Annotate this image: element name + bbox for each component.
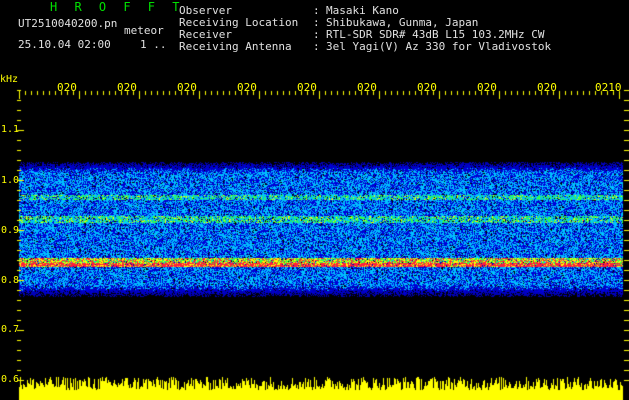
x-tick-label: 020 (297, 81, 317, 94)
y-tick-label: 1.0 (1, 175, 20, 186)
y-tick-label: 0.7 (1, 324, 20, 335)
y-tick-label: 0.6 (1, 374, 20, 385)
x-tick-label: 020 (537, 81, 557, 94)
y-tick-label: 1.1 (1, 124, 20, 135)
meta-label-antenna: Receiving Antenna (179, 40, 292, 53)
x-tick-label: 020 (477, 81, 497, 94)
x-tick-label: 020 (357, 81, 377, 94)
x-tick-label: 020 (117, 81, 137, 94)
x-tick-label: 020 (177, 81, 197, 94)
timestamp-extra: 1 .. (140, 38, 167, 51)
x-tick-label: 020 (417, 81, 437, 94)
x-tick-label: 020 (237, 81, 257, 94)
spectrogram-canvas (0, 0, 629, 400)
file-type-label: meteor (124, 24, 164, 37)
y-tick-label: 0.8 (1, 275, 20, 286)
meta-colon: : (313, 40, 320, 53)
timestamp: 25.10.04 02:00 (18, 38, 111, 51)
x-tick-label: 020 (57, 81, 77, 94)
y-axis-unit: kHz (0, 74, 19, 85)
meta-value-antenna: 3el Yagi(V) Az 330 for Vladivostok (326, 40, 552, 53)
x-tick-label: 0210 (595, 81, 622, 94)
brand-title: H R O F F T (50, 0, 185, 14)
y-tick-label: 0.9 (1, 225, 20, 236)
file-name: UT2510040200.pn (18, 17, 118, 30)
